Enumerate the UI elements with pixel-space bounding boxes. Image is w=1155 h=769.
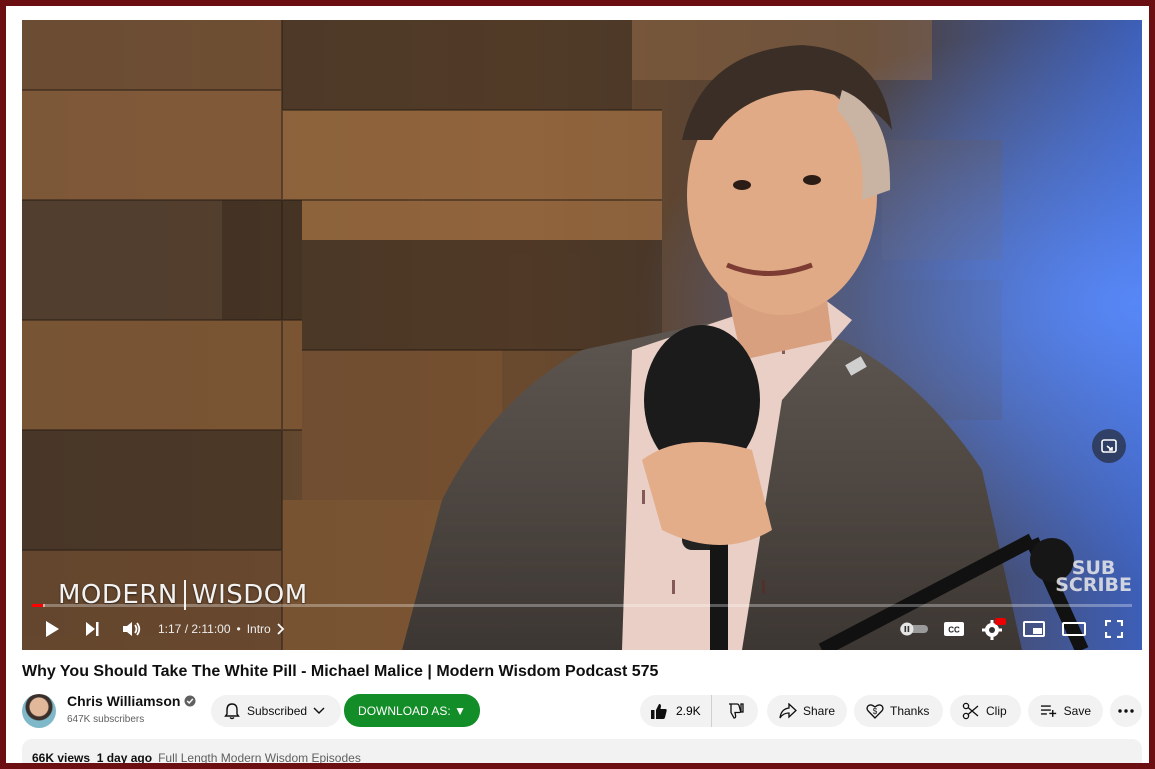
chapter-separator: • — [236, 622, 241, 636]
video-frame-image — [22, 20, 1142, 650]
like-count: 2.9K — [676, 704, 701, 718]
open-external-icon — [1101, 439, 1117, 453]
scissors-icon — [962, 702, 979, 720]
like-button[interactable]: 2.9K — [640, 695, 712, 727]
video-player[interactable]: MODERN WISDOM SUB SCRIBE 1:17 / 2:11:00 … — [22, 20, 1142, 650]
volume-button[interactable] — [112, 612, 152, 646]
closed-captions-icon: CC — [944, 622, 964, 636]
miniplayer-button[interactable] — [1014, 612, 1054, 646]
description-tags[interactable]: Full Length Modern Wisdom Episodes — [158, 751, 361, 763]
gear-icon — [982, 618, 1006, 640]
theater-mode-button[interactable] — [1054, 612, 1094, 646]
clip-button[interactable]: Clip — [950, 695, 1021, 727]
time-display: 1:17 / 2:11:00 — [158, 622, 231, 636]
watermark-text-bottom: SCRIBE — [1055, 574, 1132, 596]
progress-played — [32, 604, 43, 607]
bell-icon — [224, 703, 240, 720]
autoplay-toggle[interactable] — [894, 612, 934, 646]
player-controls: 1:17 / 2:11:00 • Intro CC — [22, 612, 1142, 646]
play-icon — [46, 621, 59, 637]
channel-name-text: Chris Williamson — [67, 693, 181, 709]
subscribed-label: Subscribed — [247, 704, 308, 718]
clip-label: Clip — [986, 704, 1007, 718]
share-icon — [779, 703, 797, 719]
description-box[interactable]: 66K views 1 day ago Full Length Modern W… — [22, 739, 1142, 763]
volume-icon — [123, 622, 141, 636]
page-frame: MODERN WISDOM SUB SCRIBE 1:17 / 2:11:00 … — [6, 6, 1149, 763]
chapter-title: Intro — [246, 622, 271, 636]
svg-text:CC: CC — [948, 626, 960, 635]
share-label: Share — [802, 704, 835, 718]
theater-mode-icon — [1062, 622, 1086, 636]
thumbs-up-icon — [651, 704, 667, 719]
more-actions-button[interactable] — [1110, 695, 1142, 727]
chevron-down-icon — [313, 707, 325, 714]
playlist-add-icon — [1040, 705, 1057, 717]
pip-prompt-button[interactable] — [1092, 429, 1126, 463]
thumbs-down-icon — [728, 703, 744, 719]
download-as-button[interactable]: DOWNLOAD AS: ▼ — [344, 694, 480, 727]
video-title: Why You Should Take The White Pill - Mic… — [22, 663, 659, 680]
description-header: 66K views 1 day ago Full Length Modern W… — [32, 751, 361, 763]
video-actions-row: Chris Williamson 647K subscribers Subscr… — [22, 692, 1146, 732]
verified-icon — [184, 695, 196, 707]
fullscreen-button[interactable] — [1094, 612, 1134, 646]
save-button[interactable]: Save — [1028, 695, 1103, 727]
settings-button[interactable] — [974, 612, 1014, 646]
chapter-button[interactable]: • Intro — [237, 622, 286, 636]
save-label: Save — [1063, 704, 1091, 718]
like-dislike-group: 2.9K — [640, 695, 758, 727]
download-as-label: DOWNLOAD AS: ▼ — [358, 703, 466, 718]
dislike-button[interactable] — [712, 695, 758, 727]
thanks-label: Thanks — [890, 704, 930, 718]
captions-button[interactable]: CC — [934, 612, 974, 646]
more-horizontal-icon — [1118, 709, 1134, 713]
channel-name[interactable]: Chris Williamson — [67, 693, 196, 709]
view-count-date: 66K views 1 day ago — [32, 751, 153, 763]
thanks-button[interactable]: $ Thanks — [854, 695, 943, 727]
subscribed-button[interactable]: Subscribed — [211, 695, 341, 727]
miniplayer-icon — [1023, 621, 1045, 637]
next-button[interactable] — [72, 612, 112, 646]
play-button[interactable] — [32, 612, 72, 646]
autoplay-toggle-icon — [900, 622, 928, 636]
share-button[interactable]: Share — [767, 695, 847, 727]
fullscreen-icon — [1105, 620, 1123, 638]
chevron-right-icon — [277, 623, 285, 635]
thanks-heart-dollar-icon: $ — [866, 704, 884, 719]
skip-next-icon — [86, 622, 99, 636]
progress-bar[interactable] — [32, 604, 1132, 607]
avatar[interactable] — [22, 694, 56, 728]
subscriber-count: 647K subscribers — [67, 714, 145, 725]
subscribe-watermark[interactable]: SUB SCRIBE — [1055, 559, 1132, 596]
svg-text:$: $ — [873, 707, 878, 716]
